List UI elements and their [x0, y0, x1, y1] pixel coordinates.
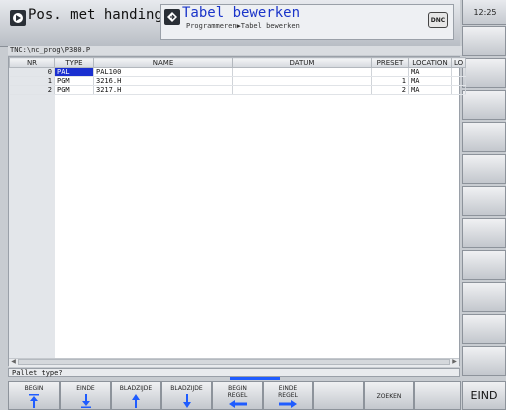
programming-mode-title: Tabel bewerken [182, 5, 301, 21]
column-header-type[interactable]: TYPE [54, 57, 94, 68]
vertical-softkey-1[interactable] [462, 26, 506, 56]
softkey-zoeken-label: ZOEKEN [376, 393, 402, 400]
softkey-einde[interactable]: EINDE [60, 381, 111, 410]
machine-mode-icon [10, 10, 26, 26]
cell-preset[interactable] [371, 67, 409, 77]
column-header-location[interactable]: LOCATION [408, 57, 452, 68]
softkey-zoeken[interactable]: ZOEKEN [364, 381, 414, 410]
softkey-page-down-label: BLADZIJDE [170, 385, 203, 392]
scrollbar-thumb[interactable] [18, 359, 450, 365]
table-row[interactable]: 0 PAL PAL100 MA [9, 67, 467, 77]
cell-datum[interactable] [232, 67, 372, 77]
vertical-softkey-7[interactable] [462, 218, 506, 248]
cell-preset[interactable]: 2 [371, 85, 409, 95]
softkey-begin-label: BEGIN [24, 385, 44, 392]
cell-location[interactable]: MA [408, 76, 452, 86]
vertical-softkey-3[interactable] [462, 90, 506, 120]
file-path: TNC:\nc_prog\P380.P [8, 46, 462, 55]
softkey-page-up-label: BLADZIJDE [119, 385, 153, 392]
vertical-softkey-4[interactable] [462, 122, 506, 152]
column-header-lo[interactable]: LO [450, 57, 467, 68]
cell-datum[interactable] [232, 85, 372, 95]
cell-type[interactable]: PGM [54, 85, 94, 95]
softkey-begin-regel[interactable]: BEGIN REGEL [212, 381, 263, 410]
scroll-left-icon[interactable]: ◀ [10, 359, 17, 365]
vertical-softkey-10[interactable] [462, 314, 506, 344]
softkey-eind[interactable]: EIND [462, 381, 506, 410]
arrow-down-to-bottom-icon [80, 394, 91, 408]
cell-type-selected[interactable]: PAL [54, 67, 94, 77]
cell-nr: 2 [9, 85, 55, 95]
cell-lo[interactable] [451, 76, 467, 86]
cell-lo[interactable] [451, 67, 467, 77]
vertical-softkey-11[interactable] [462, 346, 506, 376]
softkey-empty-1[interactable] [313, 381, 364, 410]
softkey-empty-2[interactable] [414, 381, 461, 410]
scroll-right-icon[interactable]: ▶ [451, 359, 458, 365]
vertical-softkey-5[interactable] [462, 154, 506, 184]
softkey-page-down[interactable]: BLADZIJDE [161, 381, 212, 410]
softkey-begin-regel-label: BEGIN REGEL [227, 385, 248, 399]
table-edit-mode-icon [164, 9, 180, 25]
column-header-preset[interactable]: PRESET [371, 57, 409, 68]
vertical-softkey-9[interactable] [462, 282, 506, 312]
softkey-row-indicator [290, 377, 330, 380]
column-header-nr[interactable]: NR [9, 57, 55, 68]
column-header-name[interactable]: NAME [93, 57, 233, 68]
vertical-softkey-2[interactable] [462, 58, 506, 88]
softkey-row-indicator-active [230, 377, 280, 380]
table-row[interactable]: 2 PGM 3217.H 2 MA [9, 85, 467, 95]
clock: 12:25 [462, 0, 506, 25]
cell-datum[interactable] [232, 76, 372, 86]
cell-location[interactable]: MA [408, 67, 452, 77]
arrow-down-icon [182, 394, 191, 408]
table-row[interactable]: 1 PGM 3216.H 1 MA [9, 76, 467, 86]
pallet-table: NR TYPE NAME DATUM PRESET LOCATION LO 0 … [9, 57, 467, 95]
cell-lo[interactable] [451, 85, 467, 95]
cell-name[interactable]: PAL100 [93, 67, 233, 77]
softkey-page-up[interactable]: BLADZIJDE [111, 381, 161, 410]
cell-type[interactable]: PGM [54, 76, 94, 86]
cell-nr: 0 [9, 67, 55, 77]
cell-nr: 1 [9, 76, 55, 86]
cell-name[interactable]: 3217.H [93, 85, 233, 95]
table-area [8, 56, 460, 366]
arrow-left-icon [228, 400, 247, 408]
dnc-badge: DNC [428, 12, 448, 28]
cell-name[interactable]: 3216.H [93, 76, 233, 86]
cell-preset[interactable]: 1 [371, 76, 409, 86]
cell-location[interactable]: MA [408, 85, 452, 95]
nr-column-background [9, 66, 55, 365]
softkey-einde-regel[interactable]: EINDE REGEL [263, 381, 313, 410]
dialog-prompt: Pallet type? [8, 368, 460, 377]
arrow-up-icon [132, 394, 140, 408]
vertical-softkey-6[interactable] [462, 186, 506, 216]
arrow-right-icon [279, 400, 297, 408]
softkey-einde-label: EINDE [76, 385, 95, 392]
arrow-up-to-top-icon [29, 394, 39, 408]
column-header-datum[interactable]: DATUM [232, 57, 372, 68]
table-header-row: NR TYPE NAME DATUM PRESET LOCATION LO [9, 57, 467, 68]
softkey-begin[interactable]: BEGIN [8, 381, 60, 410]
vertical-softkey-8[interactable] [462, 250, 506, 280]
softkey-einde-regel-label: EINDE REGEL [278, 385, 298, 399]
breadcrumb: Programmeren▶Tabel bewerken [186, 22, 300, 30]
